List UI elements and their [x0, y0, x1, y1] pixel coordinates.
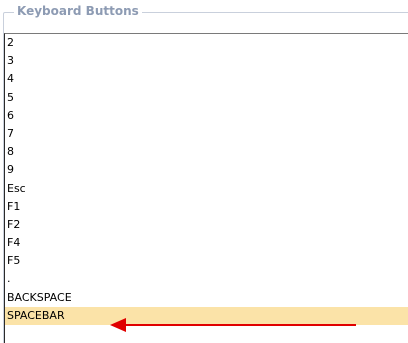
keyboard-buttons-panel: Keyboard Buttons 2 3 4 5 6 7 8 9 Esc F1 … [0, 0, 408, 343]
keyboard-buttons-list[interactable]: 2 3 4 5 6 7 8 9 Esc F1 F2 F4 F5 . BACKSP… [4, 33, 408, 343]
list-item[interactable]: 6 [5, 107, 408, 125]
list-item[interactable]: BACKSPACE [5, 289, 408, 307]
arrow-head [110, 318, 126, 332]
list-item[interactable]: 8 [5, 143, 408, 161]
list-item[interactable]: 5 [5, 89, 408, 107]
list-item[interactable]: F4 [5, 234, 408, 252]
list-item[interactable]: 4 [5, 70, 408, 88]
list-item[interactable]: 3 [5, 52, 408, 70]
list-item[interactable]: . [5, 270, 408, 288]
list-item[interactable]: 7 [5, 125, 408, 143]
list-item[interactable]: F1 [5, 198, 408, 216]
list-item[interactable]: 2 [5, 34, 408, 52]
list-item[interactable]: Esc [5, 180, 408, 198]
left-arrow-icon [110, 318, 356, 332]
list-item[interactable]: 9 [5, 161, 408, 179]
list-item[interactable]: F5 [5, 252, 408, 270]
group-title: Keyboard Buttons [14, 3, 142, 19]
list-item[interactable]: F2 [5, 216, 408, 234]
